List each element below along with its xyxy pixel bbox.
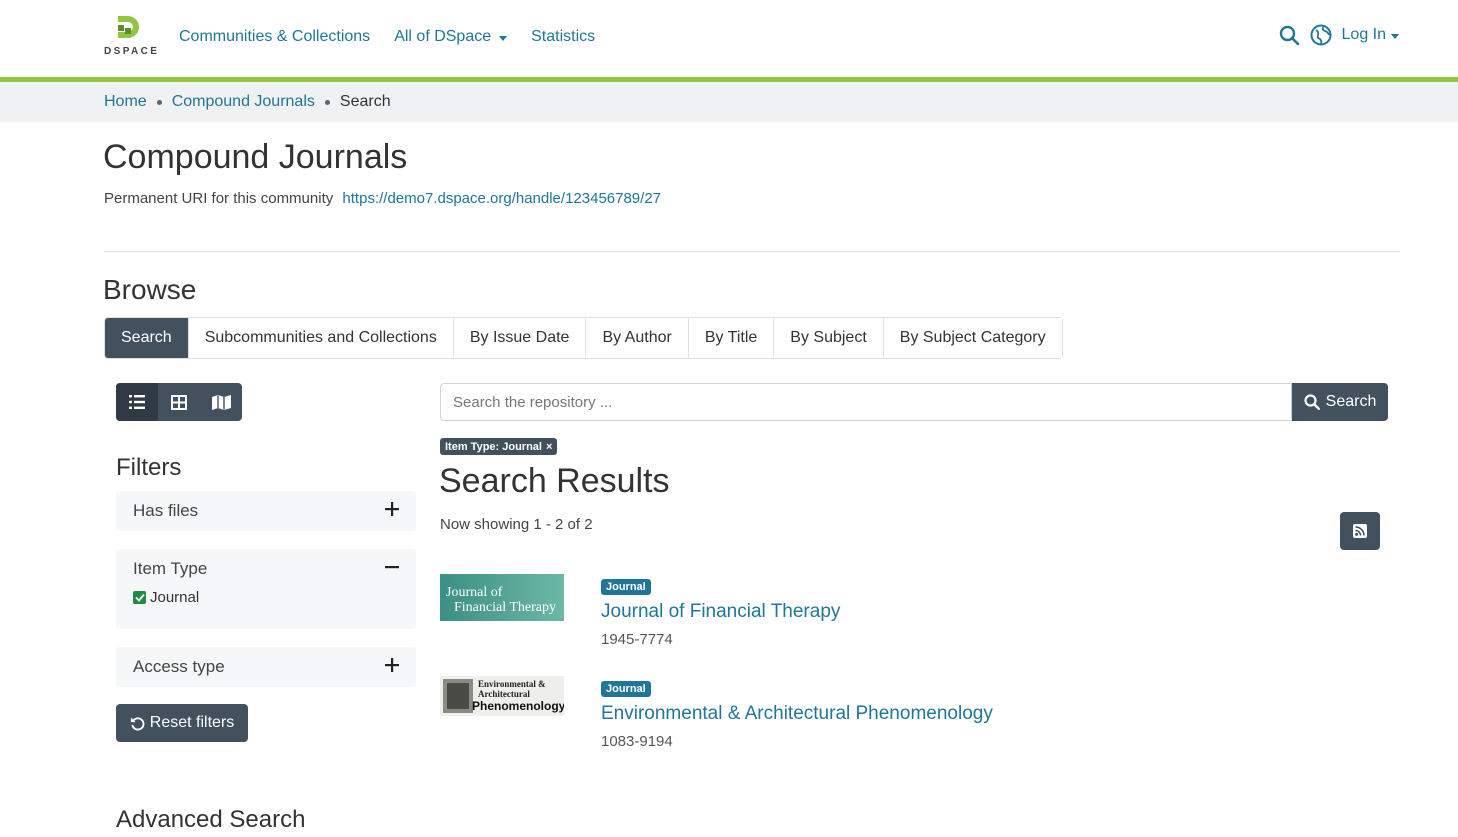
- checkbox-checked-icon[interactable]: [133, 591, 146, 604]
- view-mode-switcher: [116, 383, 242, 421]
- dspace-logo[interactable]: DSPACE: [104, 14, 162, 60]
- grid-view-button[interactable]: [158, 383, 200, 421]
- dspace-logo-icon: [118, 16, 139, 38]
- search-button-label: Search: [1325, 393, 1377, 410]
- svg-text:Journal of: Journal of: [446, 585, 503, 600]
- site-header: DSPACE Communities & Collections All of …: [0, 0, 1458, 77]
- search-input[interactable]: [440, 383, 1292, 421]
- nav-communities-collections[interactable]: Communities & Collections: [179, 26, 370, 48]
- result-thumbnail[interactable]: Journal of Financial Therapy: [440, 574, 564, 621]
- breadcrumb-compound-journals[interactable]: Compound Journals: [172, 93, 315, 111]
- breadcrumb: Home Compound Journals Search: [104, 93, 391, 111]
- item-type-badge: Journal: [601, 579, 651, 595]
- filters-title: Filters: [116, 454, 182, 481]
- results-title: Search Results: [439, 462, 670, 500]
- reset-filters-label: Reset filters: [149, 714, 235, 731]
- result-thumbnail[interactable]: Environmental & Architectural Phenomenol…: [440, 676, 564, 723]
- svg-text:Environmental &: Environmental &: [478, 679, 546, 689]
- chevron-down-icon: [1391, 33, 1399, 39]
- item-type-badge: Journal: [601, 681, 651, 697]
- facet-item-type: Item Type Journal: [116, 549, 416, 629]
- nav-statistics[interactable]: Statistics: [531, 26, 595, 48]
- facet-header[interactable]: Has files: [116, 491, 416, 531]
- tab-by-subject-category[interactable]: By Subject Category: [882, 318, 1062, 358]
- result-title-link[interactable]: Environmental & Architectural Phenomenol…: [601, 703, 993, 725]
- tab-subcommunities-collections[interactable]: Subcommunities and Collections: [187, 318, 453, 358]
- result-title-link[interactable]: Journal of Financial Therapy: [601, 601, 840, 623]
- header-actions: Log In: [1279, 24, 1399, 46]
- breadcrumb-current: Search: [339, 93, 391, 110]
- result-issn: 1083-9194: [601, 733, 673, 750]
- breadcrumb-bar: Home Compound Journals Search: [0, 82, 1458, 122]
- main-nav: Communities & Collections All of DSpace …: [179, 26, 595, 48]
- nav-label: Communities & Collections: [179, 28, 371, 45]
- close-icon[interactable]: ×: [546, 441, 552, 453]
- breadcrumb-separator: [324, 99, 330, 105]
- result-item: Journal of Financial Therapy Journal Jou…: [440, 574, 1340, 654]
- undo-icon: [130, 716, 145, 730]
- breadcrumb-home[interactable]: Home: [104, 93, 147, 111]
- tab-by-title[interactable]: By Title: [687, 318, 774, 358]
- facet-access-type: Access type: [116, 647, 416, 687]
- filter-chip-label: Item Type: Journal: [445, 440, 542, 453]
- search-button[interactable]: Search: [1292, 383, 1388, 421]
- list-view-button[interactable]: [116, 383, 158, 421]
- tab-by-issue-date[interactable]: By Issue Date: [452, 318, 586, 358]
- svg-text:Architectural: Architectural: [478, 689, 530, 699]
- page-title: Compound Journals: [103, 138, 408, 176]
- facet-option-label: Journal: [150, 589, 200, 606]
- divider: [104, 251, 1400, 252]
- uri-label: Permanent URI for this community: [104, 190, 334, 207]
- svg-text:Financial Therapy: Financial Therapy: [454, 600, 556, 615]
- permanent-uri: Permanent URI for this community https:/…: [104, 190, 661, 207]
- facet-header[interactable]: Access type: [116, 647, 416, 687]
- results-count: Now showing 1 - 2 of 2: [440, 516, 593, 533]
- rss-icon: [1353, 524, 1367, 538]
- search-icon[interactable]: [1279, 25, 1300, 46]
- facet-has-files: Has files: [116, 491, 416, 531]
- plus-icon[interactable]: [385, 657, 399, 677]
- grid-icon: [171, 394, 187, 410]
- result-item: Environmental & Architectural Phenomenol…: [440, 676, 1340, 756]
- facet-label: Access type: [133, 657, 225, 676]
- logo-text: DSPACE: [104, 46, 160, 57]
- rss-feed-button[interactable]: [1340, 512, 1380, 550]
- globe-icon[interactable]: [1310, 24, 1332, 46]
- facet-header[interactable]: Item Type: [116, 549, 416, 589]
- browse-tabs: Search Subcommunities and Collections By…: [104, 317, 1063, 359]
- reset-filters-button[interactable]: Reset filters: [116, 704, 248, 742]
- uri-link[interactable]: https://demo7.dspace.org/handle/12345678…: [342, 190, 661, 207]
- browse-title: Browse: [103, 274, 197, 305]
- active-filter-chip[interactable]: Item Type: Journal ×: [440, 438, 558, 455]
- tab-by-author[interactable]: By Author: [585, 318, 688, 358]
- breadcrumb-separator: [156, 99, 162, 105]
- plus-icon[interactable]: [385, 501, 399, 521]
- search-icon: [1304, 394, 1320, 410]
- result-issn: 1945-7774: [601, 631, 673, 648]
- nav-label: All of DSpace: [394, 28, 492, 45]
- facet-option-journal[interactable]: Journal: [116, 589, 416, 620]
- advanced-search-title: Advanced Search: [116, 806, 306, 833]
- facet-label: Item Type: [133, 559, 208, 578]
- map-icon: [211, 394, 231, 410]
- nav-all-of-dspace[interactable]: All of DSpace: [394, 26, 508, 48]
- nav-label: Statistics: [531, 28, 596, 45]
- list-icon: [129, 395, 145, 409]
- facet-label: Has files: [133, 501, 199, 520]
- login-label: Log In: [1341, 26, 1386, 43]
- tab-by-subject[interactable]: By Subject: [773, 318, 883, 358]
- tab-search[interactable]: Search: [105, 318, 188, 358]
- login-dropdown[interactable]: Log In: [1342, 26, 1399, 44]
- chevron-down-icon: [499, 35, 508, 41]
- minus-icon[interactable]: [385, 559, 399, 579]
- svg-text:Phenomenology: Phenomenology: [472, 699, 564, 713]
- map-view-button[interactable]: [200, 383, 242, 421]
